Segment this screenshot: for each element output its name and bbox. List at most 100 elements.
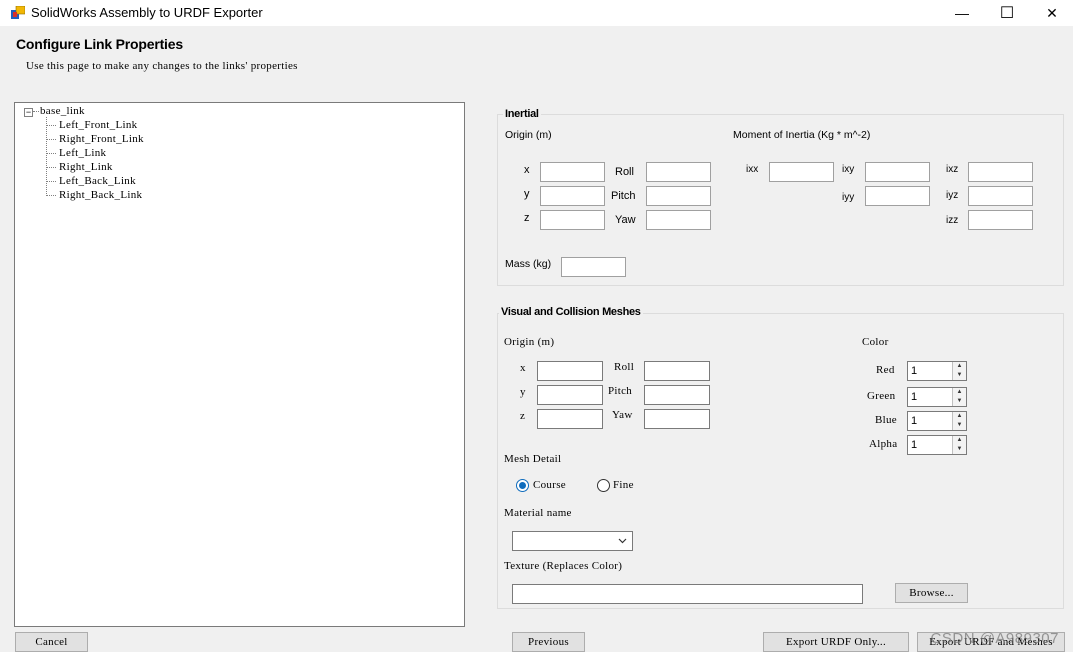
previous-button[interactable]: Previous bbox=[512, 632, 585, 652]
visual-origin-label: Origin (m) bbox=[504, 336, 555, 348]
alpha-label: Alpha bbox=[869, 438, 898, 450]
close-icon: ✕ bbox=[1046, 4, 1058, 21]
minimize-button[interactable]: — bbox=[939, 0, 985, 26]
inertial-yaw-label: Yaw bbox=[615, 214, 636, 226]
texture-path-input[interactable] bbox=[512, 584, 863, 604]
visual-pitch-label: Pitch bbox=[608, 385, 633, 397]
tree-node[interactable]: Left_Link bbox=[59, 147, 106, 159]
tree-connector bbox=[46, 167, 56, 168]
visual-roll-input[interactable] bbox=[644, 361, 710, 381]
green-spinner[interactable]: 1 ▲ ▼ bbox=[907, 387, 967, 407]
fine-label[interactable]: Fine bbox=[613, 479, 634, 491]
page-subtitle: Use this page to make any changes to the… bbox=[26, 60, 298, 72]
minimize-icon: — bbox=[955, 5, 969, 21]
green-label: Green bbox=[867, 390, 896, 402]
visual-yaw-input[interactable] bbox=[644, 409, 710, 429]
visual-z-input[interactable] bbox=[537, 409, 603, 429]
tree-connector bbox=[33, 111, 39, 112]
spin-down-icon[interactable]: ▼ bbox=[953, 421, 966, 430]
mass-input[interactable] bbox=[561, 257, 626, 277]
material-name-label: Material name bbox=[504, 507, 572, 519]
tree-node[interactable]: Right_Link bbox=[59, 161, 113, 173]
browse-button[interactable]: Browse... bbox=[895, 583, 968, 603]
ixx-label: ixx bbox=[746, 164, 759, 175]
inertial-origin-label: Origin (m) bbox=[505, 129, 552, 141]
spin-down-icon[interactable]: ▼ bbox=[953, 397, 966, 406]
tree-node[interactable]: Left_Back_Link bbox=[59, 175, 136, 187]
tree-connector bbox=[46, 125, 56, 126]
tree-connector bbox=[46, 195, 56, 196]
ixx-input[interactable] bbox=[769, 162, 834, 182]
inertial-y-input[interactable] bbox=[540, 186, 605, 206]
green-value: 1 bbox=[911, 391, 918, 403]
course-label[interactable]: Course bbox=[533, 479, 566, 491]
tree-connector bbox=[46, 139, 56, 140]
watermark: CSDN @A989307 bbox=[930, 630, 1059, 647]
inertial-y-label: y bbox=[524, 188, 530, 200]
collapse-icon[interactable]: − bbox=[24, 108, 33, 117]
spin-up-icon[interactable]: ▲ bbox=[953, 388, 966, 397]
visual-x-input[interactable] bbox=[537, 361, 603, 381]
iyz-input[interactable] bbox=[968, 186, 1033, 206]
spin-down-icon[interactable]: ▼ bbox=[953, 371, 966, 380]
page-title: Configure Link Properties bbox=[16, 36, 183, 52]
link-tree[interactable]: − base_link Left_Front_Link Right_Front_… bbox=[14, 102, 465, 627]
inertial-roll-label: Roll bbox=[615, 166, 634, 178]
iyz-label: iyz bbox=[946, 190, 959, 201]
tree-node[interactable]: Left_Front_Link bbox=[59, 119, 137, 131]
visual-z-label: z bbox=[520, 410, 526, 422]
spin-up-icon[interactable]: ▲ bbox=[953, 362, 966, 371]
close-button[interactable]: ✕ bbox=[1029, 0, 1073, 26]
texture-label: Texture (Replaces Color) bbox=[504, 560, 623, 572]
mesh-detail-label: Mesh Detail bbox=[504, 453, 562, 465]
inertial-x-label: x bbox=[524, 164, 530, 176]
title-bar[interactable]: SolidWorks Assembly to URDF Exporter — ☐… bbox=[0, 0, 1073, 26]
blue-spinner[interactable]: 1 ▲ ▼ bbox=[907, 411, 967, 431]
inertial-group-title: Inertial bbox=[503, 108, 541, 120]
blue-value: 1 bbox=[911, 415, 918, 427]
visual-collision-group-title: Visual and Collision Meshes bbox=[499, 306, 643, 318]
inertial-x-input[interactable] bbox=[540, 162, 605, 182]
ixy-input[interactable] bbox=[865, 162, 930, 182]
app-icon bbox=[11, 6, 25, 19]
alpha-spinner[interactable]: 1 ▲ ▼ bbox=[907, 435, 967, 455]
spin-up-icon[interactable]: ▲ bbox=[953, 436, 966, 445]
maximize-icon: ☐ bbox=[999, 5, 1015, 22]
red-value: 1 bbox=[911, 365, 918, 377]
spin-down-icon[interactable]: ▼ bbox=[953, 445, 966, 454]
visual-pitch-input[interactable] bbox=[644, 385, 710, 405]
maximize-button[interactable]: ☐ bbox=[984, 0, 1030, 26]
alpha-value: 1 bbox=[911, 439, 918, 451]
tree-node[interactable]: Right_Back_Link bbox=[59, 189, 142, 201]
mass-label: Mass (kg) bbox=[505, 258, 552, 270]
izz-input[interactable] bbox=[968, 210, 1033, 230]
spin-up-icon[interactable]: ▲ bbox=[953, 412, 966, 421]
material-name-select[interactable] bbox=[512, 531, 633, 551]
ixz-input[interactable] bbox=[968, 162, 1033, 182]
inertial-roll-input[interactable] bbox=[646, 162, 711, 182]
inertial-yaw-input[interactable] bbox=[646, 210, 711, 230]
blue-label: Blue bbox=[875, 414, 897, 426]
tree-node[interactable]: Right_Front_Link bbox=[59, 133, 144, 145]
moment-of-inertia-label: Moment of Inertia (Kg * m^-2) bbox=[733, 129, 871, 141]
tree-node-base-link[interactable]: base_link bbox=[40, 105, 85, 117]
cancel-button[interactable]: Cancel bbox=[15, 632, 88, 652]
export-urdf-only-button[interactable]: Export URDF Only... bbox=[763, 632, 909, 652]
course-radio[interactable] bbox=[516, 479, 529, 492]
tree-connector bbox=[46, 117, 47, 196]
red-spinner[interactable]: 1 ▲ ▼ bbox=[907, 361, 967, 381]
visual-y-input[interactable] bbox=[537, 385, 603, 405]
window-title: SolidWorks Assembly to URDF Exporter bbox=[31, 5, 263, 20]
inertial-pitch-label: Pitch bbox=[611, 190, 636, 202]
tree-connector bbox=[46, 181, 56, 182]
fine-radio[interactable] bbox=[597, 479, 610, 492]
visual-x-label: x bbox=[520, 362, 526, 374]
inertial-pitch-input[interactable] bbox=[646, 186, 711, 206]
chevron-down-icon bbox=[617, 535, 628, 549]
inertial-z-label: z bbox=[524, 212, 530, 224]
inertial-z-input[interactable] bbox=[540, 210, 605, 230]
visual-y-label: y bbox=[520, 386, 526, 398]
iyy-input[interactable] bbox=[865, 186, 930, 206]
ixz-label: ixz bbox=[946, 164, 959, 175]
iyy-label: iyy bbox=[842, 192, 855, 203]
